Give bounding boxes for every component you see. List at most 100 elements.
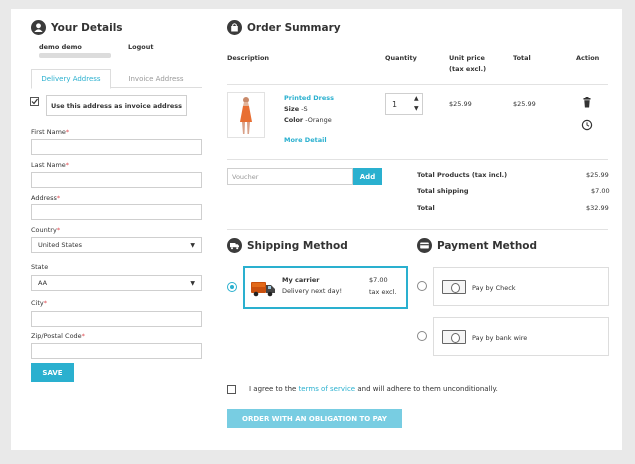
truck-icon — [227, 238, 242, 253]
logout-link[interactable]: Logout — [128, 43, 153, 51]
zip-text: Zip/Postal Code — [31, 332, 82, 340]
carrier-description: Delivery next day! — [282, 287, 343, 295]
last-name-label: Last Name* — [31, 161, 69, 169]
use-invoice-checkbox[interactable] — [30, 97, 39, 106]
user-email — [39, 53, 111, 58]
save-button[interactable]: SAVE — [31, 363, 74, 382]
address-input[interactable] — [31, 204, 202, 220]
increment-icon[interactable]: ▲ — [414, 95, 419, 102]
state-label: State — [31, 263, 49, 271]
required-mark: * — [56, 226, 61, 234]
color-label: Color — [284, 116, 304, 124]
pay-by-bank-wire-label: Pay by bank wire — [472, 334, 528, 342]
terms-text: I agree to the terms of service and will… — [249, 385, 498, 393]
user-name: demo demo — [39, 43, 82, 51]
user-icon — [31, 20, 46, 35]
terms-prefix: I agree to the — [249, 385, 297, 393]
required-mark: * — [65, 128, 70, 136]
tab-delivery-label: Delivery Address — [41, 75, 101, 83]
col-action: Action — [576, 54, 600, 62]
product-name-link[interactable]: Printed Dress — [284, 94, 334, 102]
zip-input[interactable] — [31, 343, 202, 359]
shipping-method-title: Shipping Method — [247, 239, 348, 252]
total-shipping-value: $7.00 — [591, 187, 610, 195]
more-detail-link[interactable]: More Detail — [284, 136, 327, 144]
voucher-add-button[interactable]: Add — [353, 168, 382, 185]
chevron-down-icon: ▼ — [190, 279, 195, 287]
carrier-price-sub: tax excl. — [369, 288, 397, 296]
required-mark: * — [56, 194, 61, 202]
carrier-option[interactable]: My carrier Delivery next day! $7.00 tax … — [243, 266, 408, 309]
voucher-input[interactable]: Voucher — [227, 168, 353, 185]
quantity-stepper[interactable]: 1 ▲ ▼ — [385, 93, 423, 115]
total-products-value: $25.99 — [586, 171, 609, 179]
tab-delivery-address[interactable]: Delivery Address — [31, 69, 111, 89]
shipping-method-heading: Shipping Method — [227, 238, 348, 253]
address-label: Address* — [31, 194, 60, 202]
city-label: City* — [31, 299, 47, 307]
your-details-heading: Your Details — [31, 20, 123, 35]
col-quantity: Quantity — [385, 54, 417, 62]
tab-invoice-label: Invoice Address — [128, 74, 184, 83]
unit-price-value: $25.99 — [449, 100, 472, 108]
col-description: Description — [227, 54, 270, 62]
trash-icon[interactable] — [582, 97, 592, 108]
checkout-card: Your Details demo demo Logout Delivery A… — [11, 9, 622, 450]
product-thumbnail[interactable] — [227, 92, 265, 138]
order-summary-title: Order Summary — [247, 21, 341, 34]
state-select[interactable]: AA ▼ — [31, 275, 202, 291]
clock-icon[interactable] — [581, 119, 593, 131]
total-products-label: Total Products (tax incl.) — [417, 171, 508, 179]
payment-method-heading: Payment Method — [417, 238, 537, 253]
pay-by-check-option[interactable]: Pay by Check — [433, 267, 609, 306]
col-unit-price: Unit price — [449, 54, 485, 62]
terms-checkbox[interactable] — [227, 385, 236, 394]
first-name-label: First Name* — [31, 128, 69, 136]
grand-total-label: Total — [417, 204, 435, 212]
country-select[interactable]: United States ▼ — [31, 237, 202, 253]
city-text: City — [31, 299, 44, 307]
col-unit-price-sub: (tax excl.) — [449, 65, 487, 73]
shopping-bag-icon — [227, 20, 242, 35]
country-text: Country — [31, 226, 57, 234]
pay-by-check-radio[interactable] — [417, 281, 427, 291]
total-value: $25.99 — [513, 100, 536, 108]
tab-invoice-address[interactable]: Invoice Address — [111, 69, 201, 88]
cash-icon — [442, 330, 466, 344]
total-shipping-label: Total shipping — [417, 187, 469, 195]
country-label: Country* — [31, 226, 60, 234]
decrement-icon[interactable]: ▼ — [414, 105, 419, 112]
grand-total-value: $32.99 — [586, 204, 609, 212]
order-with-obligation-button[interactable]: ORDER WITH AN OBLIGATION TO PAY — [227, 409, 402, 428]
payment-method-title: Payment Method — [437, 239, 538, 252]
required-mark: * — [65, 161, 70, 169]
cash-icon — [442, 280, 466, 294]
color-value: -Orange — [305, 116, 332, 124]
dress-image-icon — [240, 97, 252, 134]
carrier-name: My carrier — [282, 276, 320, 284]
first-name-input[interactable] — [31, 139, 202, 155]
last-name-input[interactable] — [31, 172, 202, 188]
divider — [227, 84, 608, 85]
required-mark: * — [81, 332, 85, 340]
address-text: Address — [31, 194, 57, 202]
pay-by-bank-wire-radio[interactable] — [417, 331, 427, 341]
check-icon — [31, 98, 38, 105]
size-label: Size — [284, 105, 300, 113]
divider — [227, 159, 608, 160]
col-total: Total — [513, 54, 531, 62]
last-name-text: Last Name — [31, 161, 66, 169]
product-color: Color -Orange — [284, 116, 332, 124]
zip-label: Zip/Postal Code* — [31, 332, 85, 340]
terms-of-service-link[interactable]: terms of service — [299, 385, 356, 393]
carrier-truck-icon — [251, 282, 275, 297]
pay-by-bank-wire-option[interactable]: Pay by bank wire — [433, 317, 609, 356]
required-mark: * — [43, 299, 47, 307]
your-details-title: Your Details — [51, 21, 123, 34]
carrier-radio[interactable] — [227, 282, 237, 292]
credit-card-icon — [417, 238, 432, 253]
chevron-down-icon: ▼ — [190, 241, 195, 249]
country-value: United States — [38, 241, 83, 249]
city-input[interactable] — [31, 311, 202, 327]
use-as-invoice-button[interactable]: Use this address as invoice address — [46, 95, 187, 116]
